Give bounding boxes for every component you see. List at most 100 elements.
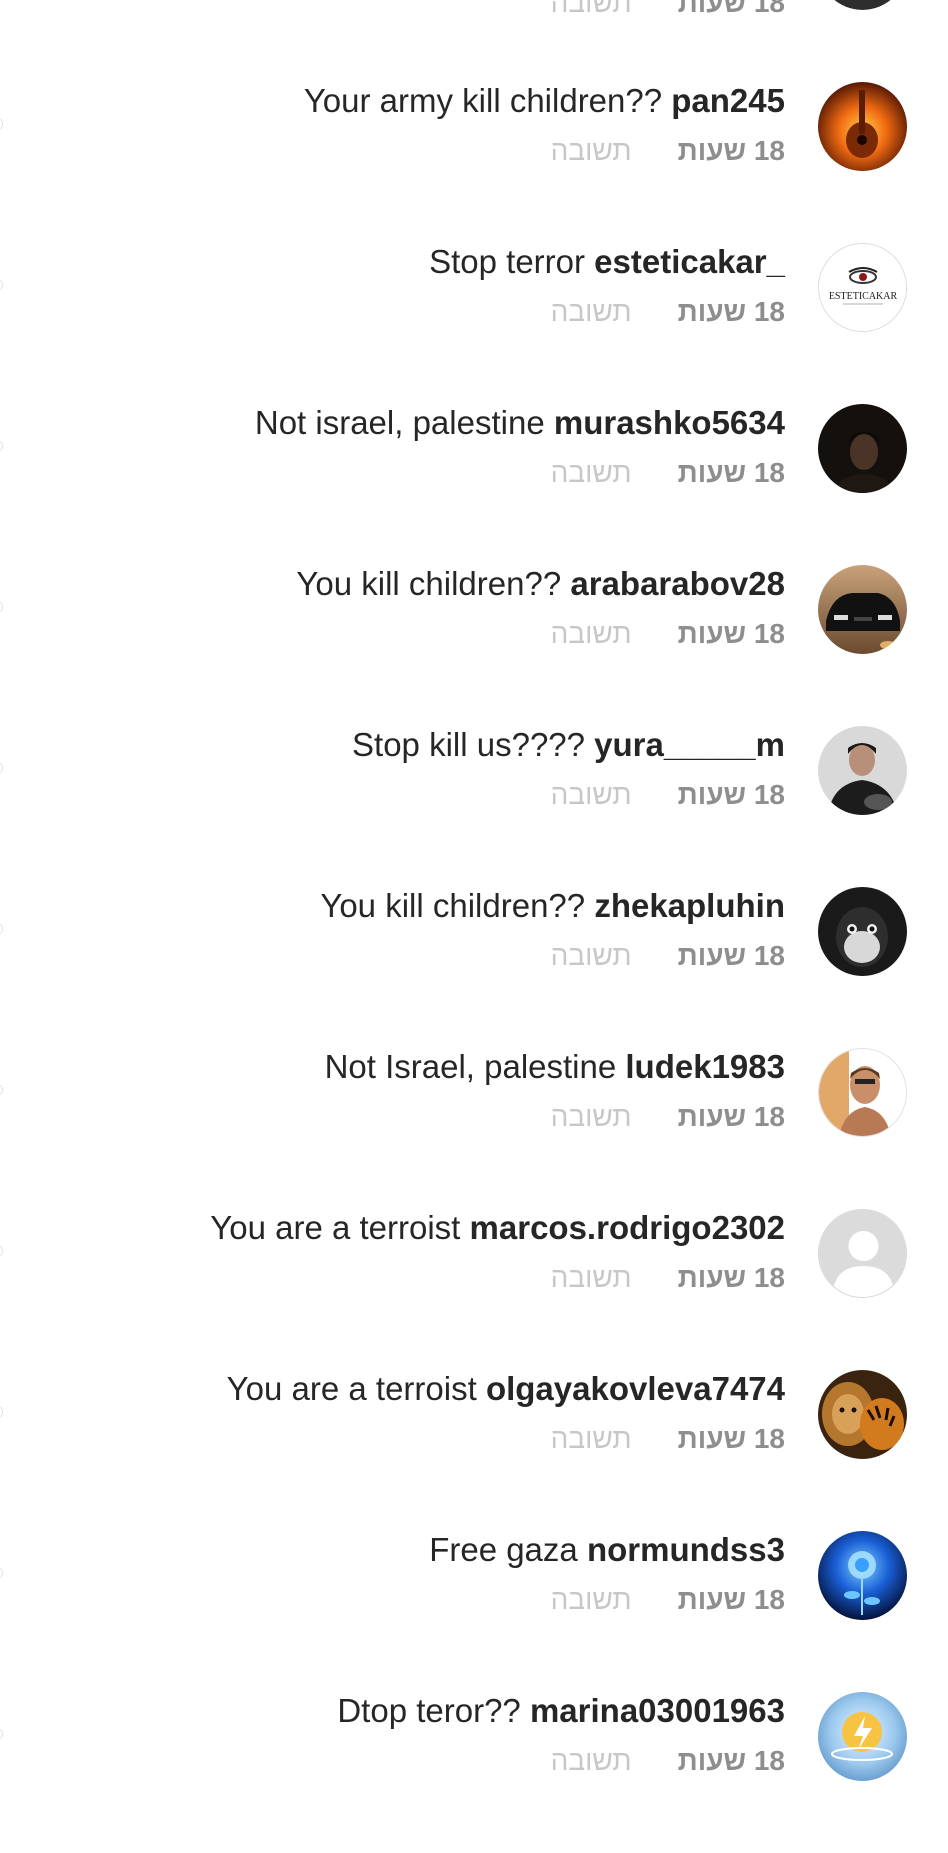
reply-button[interactable]: תשובה [551,135,632,166]
comment-meta: 18 שעות תשובה [551,295,785,329]
comment-meta: 18 שעות תשובה [551,1583,785,1617]
default-user-icon [819,1210,906,1297]
avatar[interactable]: ESTETICAKAR [818,243,907,332]
reply-button[interactable]: תשובה [551,1584,632,1615]
comment-username[interactable]: olgayakovleva7474 [486,1370,785,1407]
comment-item: Free gaza normundss3 18 שעות תשובה [0,1531,948,1692]
like-heart-icon[interactable] [0,1568,3,1578]
comment-text: Your army kill children?? [303,82,663,119]
comment-text: Stop terror [429,243,585,280]
comment-username[interactable]: zhekapluhin [594,887,785,924]
reply-button[interactable]: תשובה [551,457,632,488]
comment-text: You are a terroist [226,1370,477,1407]
comment-username[interactable]: murashko5634 [554,404,785,441]
reply-button[interactable]: תשובה [551,1262,632,1293]
comment-username[interactable]: arabarabov28 [570,565,785,602]
comment-time: 18 שעות [677,1262,785,1293]
comment-text: You are a terroist [210,1209,461,1246]
avatar[interactable] [818,565,907,654]
avatar[interactable] [818,82,907,171]
comment-text: Not Israel, palestine [324,1048,617,1085]
comment-text: Free gaza [429,1531,578,1568]
avatar[interactable] [818,404,907,493]
reply-button[interactable]: תשובה [551,779,632,810]
comment-text-line: You are a terroist olgayakovleva7474 [227,1370,785,1408]
like-heart-icon[interactable] [0,1407,3,1417]
like-heart-icon[interactable] [0,763,3,773]
comment-meta: 18 שעות תשובה [551,0,785,20]
comment-item: Not Israel, palestine ludek1983 18 שעות ת… [0,1048,948,1209]
like-heart-icon[interactable] [0,280,3,290]
like-heart-icon[interactable] [0,602,3,612]
comment-meta: 18 שעות תשובה [551,1100,785,1134]
comment-username[interactable]: yura_____m [594,726,785,763]
comment-text: Stop kill us???? [352,726,585,763]
reply-button[interactable]: תשובה [551,0,632,18]
comment-text-line: Dtop teror?? marina03001963 [337,1692,785,1730]
reply-button[interactable]: תשובה [551,1101,632,1132]
comment-time: 18 שעות [677,1584,785,1615]
comment-time: 18 שעות [677,0,785,18]
reply-button[interactable]: תשובה [551,1423,632,1454]
reply-button[interactable]: תשובה [551,618,632,649]
comment-item: You are a terroist olgayakovleva7474 18 … [0,1370,948,1531]
avatar[interactable] [818,0,907,10]
comments-list: 18 שעותתשובה Your army kill children?? p… [0,0,948,1781]
comment-time: 18 שעות [677,779,785,810]
comment-item: You kill children?? arabarabov28 18 שעות… [0,565,948,726]
comment-item: You kill children?? zhekapluhin 18 שעות ת… [0,887,948,1048]
comment-text: You kill children?? [296,565,562,602]
comment-meta: 18 שעות תשובה [551,456,785,490]
comment-username[interactable]: pan245 [671,82,785,119]
comment-meta: 18 שעות תשובה [551,617,785,651]
comment-text-line: Not israel, palestine murashko5634 [255,404,785,442]
like-heart-icon[interactable] [0,1729,3,1739]
comment-username[interactable]: ludek1983 [625,1048,785,1085]
comment-text-line: Not Israel, palestine ludek1983 [325,1048,785,1086]
comment-item: You are a terroist marcos.rodrigo2302 18… [0,1209,948,1370]
comment-meta: 18 שעות תשובה [551,939,785,973]
comment-text-line: Stop kill us???? yura_____m [352,726,785,764]
like-heart-icon[interactable] [0,1085,3,1095]
avatar[interactable] [818,887,907,976]
comment-time: 18 שעות [677,1423,785,1454]
comment-text-line: You are a terroist marcos.rodrigo2302 [210,1209,785,1247]
comment-meta: 18 שעות תשובה [551,1261,785,1295]
comment-username[interactable]: normundss3 [587,1531,785,1568]
comment-time: 18 שעות [677,135,785,166]
comment-text-line: Stop terror esteticakar_ [429,243,785,281]
avatar[interactable] [818,1370,907,1459]
comment-item: ESTETICAKAR Stop terror esteticakar_ 18 … [0,243,948,404]
comment-time: 18 שעות [677,1745,785,1776]
comment-meta: 18 שעות תשובה [551,134,785,168]
comment-text-line: Your army kill children?? pan245 [304,82,785,120]
reply-button[interactable]: תשובה [551,296,632,327]
like-heart-icon[interactable] [0,1246,3,1256]
comment-username[interactable]: marina03001963 [530,1692,785,1729]
comment-meta: 18 שעות תשובה [551,1744,785,1778]
comment-meta: 18 שעות תשובה [551,1422,785,1456]
avatar-logo-text: ESTETICAKAR [829,291,898,302]
avatar[interactable] [818,1692,907,1781]
avatar[interactable] [818,726,907,815]
reply-button[interactable]: תשובה [551,940,632,971]
comment-text-line: Free gaza normundss3 [429,1531,785,1569]
avatar[interactable] [818,1531,907,1620]
like-heart-icon[interactable] [0,441,3,451]
comment-text: You kill children?? [320,887,586,924]
comment-time: 18 שעות [677,618,785,649]
comment-time: 18 שעות [677,940,785,971]
comment-time: 18 שעות [677,296,785,327]
comment-text: Not israel, palestine [254,404,545,441]
avatar[interactable] [818,1048,907,1137]
comment-username[interactable]: esteticakar_ [594,243,785,280]
reply-button[interactable]: תשובה [551,1745,632,1776]
comment-time: 18 שעות [677,1101,785,1132]
comment-meta: 18 שעות תשובה [551,778,785,812]
comment-username[interactable]: marcos.rodrigo2302 [470,1209,785,1246]
like-heart-icon[interactable] [0,924,3,934]
avatar[interactable] [818,1209,907,1298]
comment-text-line: You kill children?? arabarabov28 [296,565,785,603]
comment-item: Dtop teror?? marina03001963 18 שעות תשובה [0,1692,948,1853]
like-heart-icon[interactable] [0,119,3,129]
